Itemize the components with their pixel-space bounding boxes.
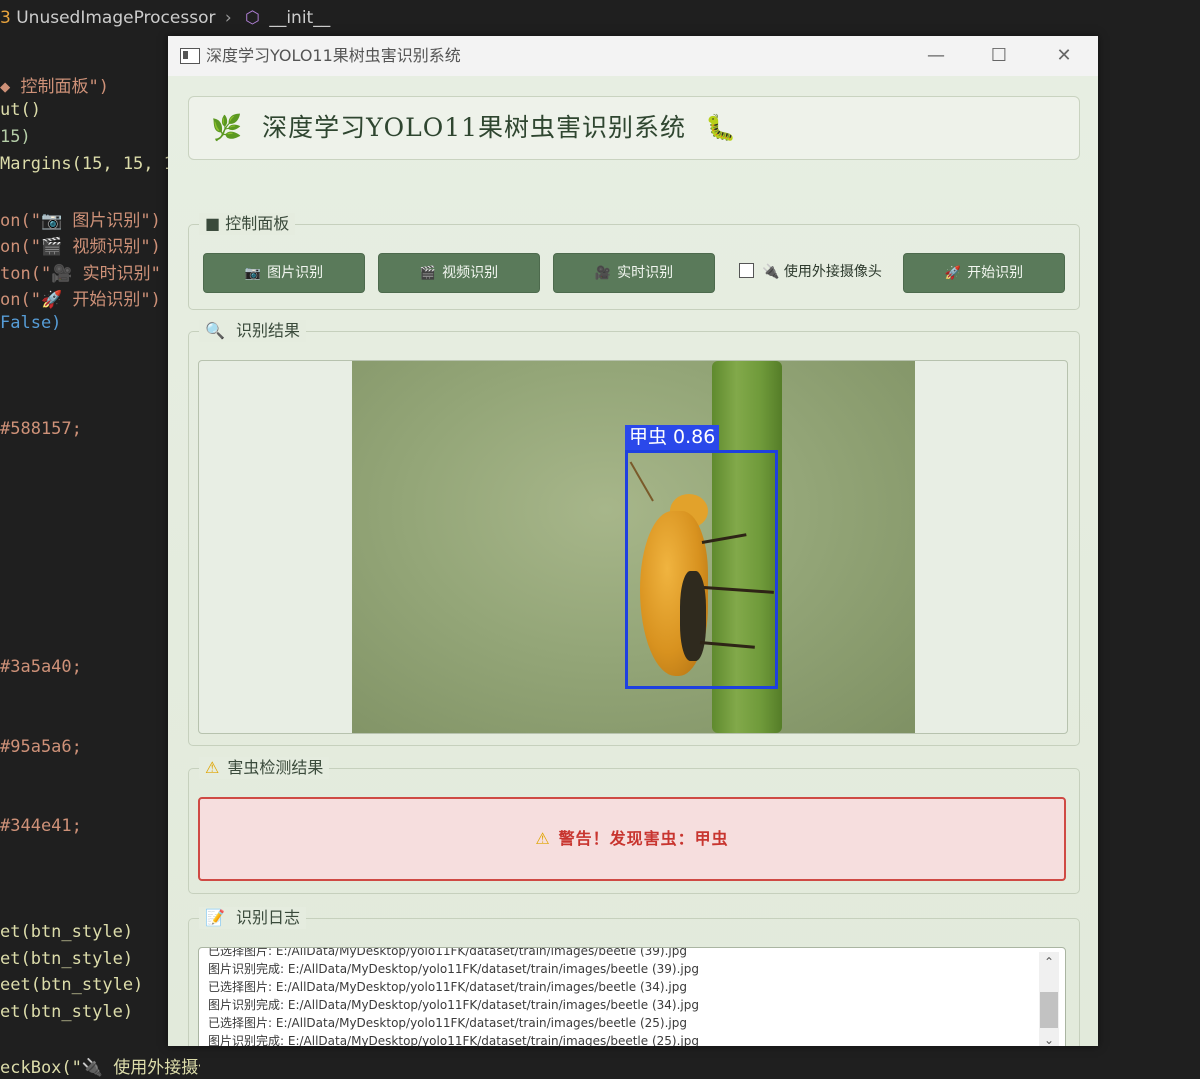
caterpillar-icon: 🐛: [704, 113, 738, 142]
main-content: 🌿 深度学习YOLO11果树虫害识别系统 🐛 ■ 控制面板 📷 图片识别 🎬 视频识…: [168, 76, 1098, 1046]
recognition-log-group: 📝 识别日志 已选择图片: E:/AllData/MyDesktop/yolo1…: [188, 907, 1080, 1046]
code-line: on("🚀 开始识别"): [0, 290, 161, 310]
title-bar[interactable]: 深度学习YOLO11果树虫害识别系统 — ☐ ✕: [168, 36, 1098, 77]
window-title: 深度学习YOLO11果树虫害识别系统: [206, 46, 461, 65]
log-textarea[interactable]: 已选择图片: E:/AllData/MyDesktop/yolo11FK/dat…: [198, 947, 1066, 1046]
result-group-title: 🔍 识别结果: [199, 320, 307, 342]
warning-icon: ⚠: [535, 829, 551, 848]
result-image: 甲虫 0.86: [352, 361, 915, 733]
detection-bounding-box: [625, 450, 778, 689]
realtime-recognition-button[interactable]: 🎥 实时识别: [553, 253, 715, 293]
plug-icon: 🔌: [762, 264, 780, 280]
method-cube-icon: ⬡: [245, 8, 260, 28]
maximize-button[interactable]: ☐: [976, 36, 1022, 76]
control-panel-group: ■ 控制面板 📷 图片识别 🎬 视频识别 🎥 实时识别 🔌 使用外接摄像头 🚀 开始识别: [188, 213, 1080, 310]
code-line: et(btn_style): [0, 949, 134, 969]
app-window-icon: [180, 48, 200, 64]
code-line: Margins(15, 15, 1: [0, 154, 174, 174]
code-line: et(btn_style): [0, 1002, 134, 1022]
close-button[interactable]: ✕: [1041, 36, 1087, 76]
button-label: 实时识别: [617, 265, 674, 281]
log-line: 图片识别完成: E:/AllData/MyDesktop/yolo11FK/da…: [208, 962, 699, 976]
code-line: ton("🎥 实时识别": [0, 264, 161, 284]
code-line: #344e41;: [0, 816, 82, 836]
result-image-frame: 甲虫 0.86: [198, 360, 1068, 734]
code-line: #95a5a6;: [0, 737, 82, 757]
log-group-title: 📝 识别日志: [199, 907, 307, 929]
code-line: on("📷 图片识别"): [0, 211, 161, 231]
image-recognition-button[interactable]: 📷 图片识别: [203, 253, 365, 293]
log-line: 已选择图片: E:/AllData/MyDesktop/yolo11FK/dat…: [208, 947, 687, 958]
log-line: 图片识别完成: E:/AllData/MyDesktop/yolo11FK/da…: [208, 1034, 699, 1046]
scrollbar-thumb[interactable]: [1040, 992, 1058, 1028]
log-title-text: 识别日志: [236, 908, 301, 927]
camera-icon: 📷: [244, 266, 262, 281]
clapperboard-icon: 🎬: [419, 266, 437, 281]
app-header: 🌿 深度学习YOLO11果树虫害识别系统 🐛: [211, 97, 737, 159]
magnifier-icon: 🔍: [205, 321, 225, 340]
code-line: et(btn_style): [0, 922, 134, 942]
code-line: #588157;: [0, 419, 82, 439]
code-line: on("🎬 视频识别"): [0, 237, 161, 257]
scroll-down-icon[interactable]: ⌄: [1039, 1030, 1059, 1046]
button-label: 视频识别: [442, 265, 499, 281]
control-panel-title: ■ 控制面板: [199, 213, 296, 235]
detection-label: 甲虫 0.86: [625, 425, 720, 450]
minimize-button[interactable]: —: [913, 36, 959, 76]
pest-alert-box: ⚠ 警告！发现害虫：甲虫: [198, 797, 1066, 881]
code-line: 15): [0, 127, 31, 147]
pest-title-text: 害虫检测结果: [227, 758, 324, 777]
button-label: 图片识别: [267, 265, 324, 281]
start-recognition-button[interactable]: 🚀 开始识别: [903, 253, 1065, 293]
result-title-text: 识别结果: [236, 321, 301, 340]
rocket-icon: 🚀: [944, 266, 962, 281]
pest-detection-group: ⚠ 害虫检测结果 ⚠ 警告！发现害虫：甲虫: [188, 757, 1080, 894]
pest-alert-text: 警告！发现害虫：甲虫: [558, 829, 729, 848]
video-camera-icon: 🎥: [594, 266, 612, 281]
code-line: ◆ 控制面板"): [0, 77, 109, 97]
code-line: ut(): [0, 100, 41, 120]
checkbox-box[interactable]: [739, 263, 754, 278]
log-line: 已选择图片: E:/AllData/MyDesktop/yolo11FK/dat…: [208, 980, 687, 994]
breadcrumb-method[interactable]: __init__: [269, 8, 330, 28]
external-camera-checkbox[interactable]: 🔌 使用外接摄像头: [739, 253, 882, 291]
recognition-result-group: 🔍 识别结果 甲虫 0.86: [188, 320, 1080, 746]
video-recognition-button[interactable]: 🎬 视频识别: [378, 253, 540, 293]
pest-group-title: ⚠ 害虫检测结果: [199, 757, 330, 779]
checkbox-label: 使用外接摄像头: [783, 264, 882, 280]
log-line: 已选择图片: E:/AllData/MyDesktop/yolo11FK/dat…: [208, 1016, 687, 1030]
button-label: 开始识别: [967, 265, 1024, 281]
app-window: 深度学习YOLO11果树虫害识别系统 — ☐ ✕ 🌿 深度学习YOLO11果树虫…: [168, 36, 1098, 1046]
warning-icon: ⚠: [205, 758, 220, 777]
log-line: 图片识别完成: E:/AllData/MyDesktop/yolo11FK/da…: [208, 998, 699, 1012]
code-line: #3a5a40;: [0, 657, 82, 677]
header-title-text: 深度学习YOLO11果树虫害识别系统: [262, 113, 687, 142]
memo-icon: 📝: [205, 908, 225, 927]
log-scrollbar[interactable]: ⌃ ⌄: [1039, 952, 1059, 1046]
breadcrumb-separator-icon: ›: [224, 8, 232, 28]
code-line: eet(btn_style): [0, 975, 144, 995]
code-line: False): [0, 313, 62, 333]
code-line: eckBox("🔌 使用外接摄像头"): [0, 1058, 200, 1078]
leaf-icon: 🌿: [211, 113, 244, 142]
scroll-up-icon[interactable]: ⌃: [1039, 952, 1059, 972]
header-banner: 🌿 深度学习YOLO11果树虫害识别系统 🐛: [188, 96, 1080, 160]
